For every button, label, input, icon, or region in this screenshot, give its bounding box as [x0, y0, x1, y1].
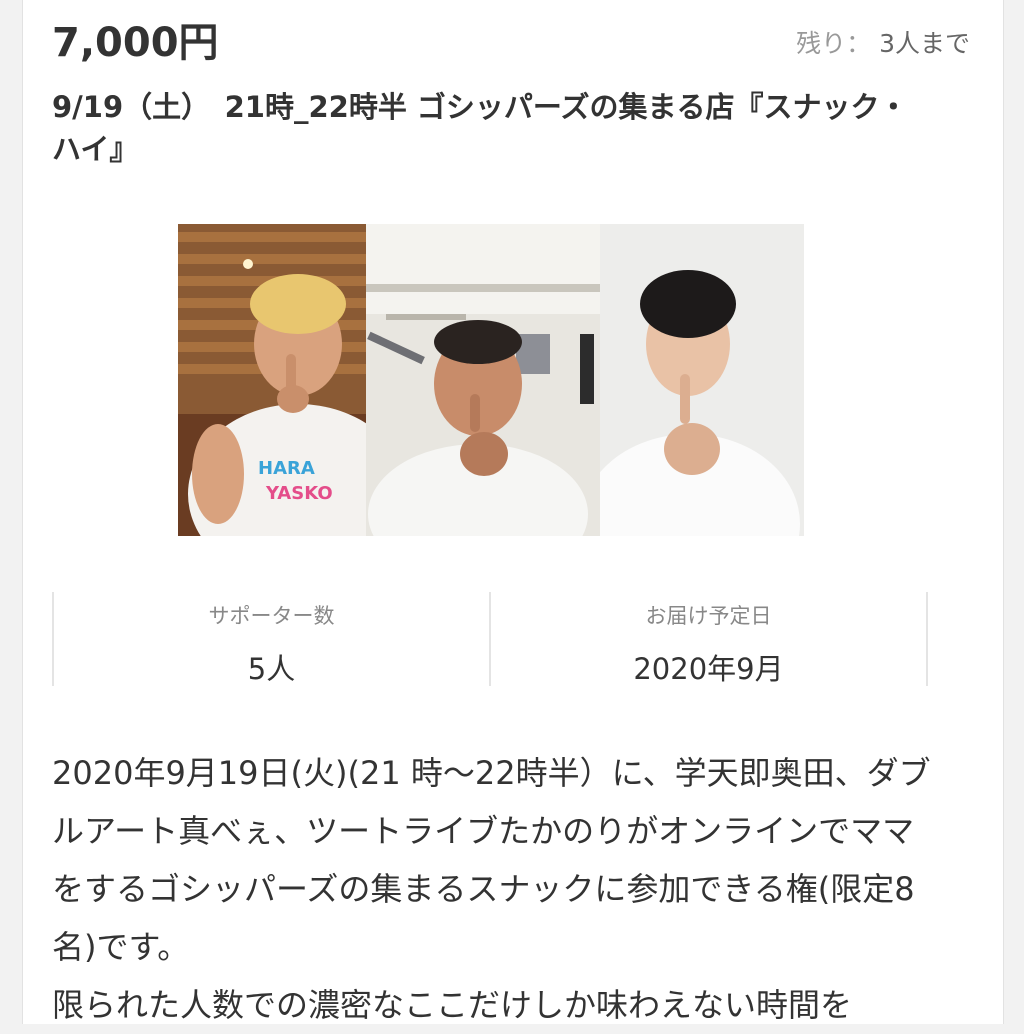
- description-paragraph: 限られた人数での濃密なここだけしか味わえない時間を: [52, 986, 853, 1024]
- supporters-stat: サポーター数 5人: [52, 592, 489, 686]
- description-paragraph: 2020年9月19日(火)(21 時〜22時半）に、学天即奥田、ダブルアート真べ…: [52, 754, 931, 966]
- reward-price: 7,000円: [52, 20, 219, 66]
- photo-person-dark-hair: [366, 224, 600, 536]
- supporters-label: サポーター数: [208, 604, 335, 628]
- supporters-value: 5人: [247, 652, 296, 686]
- delivery-value: 2020年9月: [633, 652, 784, 686]
- remaining-count: 残り： 3人まで: [796, 24, 970, 60]
- remaining-label: 残り：: [796, 29, 872, 58]
- photo-person-blonde: HARA YASKO: [178, 224, 366, 536]
- delivery-label: お届け予定日: [645, 604, 772, 628]
- reward-stats: サポーター数 5人 お届け予定日 2020年9月: [52, 592, 928, 686]
- reward-description: 2020年9月19日(火)(21 時〜22時半）に、学天即奥田、ダブルアート真べ…: [52, 744, 932, 1034]
- photo-person-white-shirt: [600, 224, 804, 536]
- reward-image: HARA YASKO: [178, 224, 804, 536]
- svg-text:HARA: HARA: [258, 458, 315, 479]
- delivery-stat: お届け予定日 2020年9月: [489, 592, 928, 686]
- reward-title: 9/19（土） 21時_22時半 ゴシッパーズの集まる店『スナック・ハイ』: [52, 90, 908, 166]
- svg-text:YASKO: YASKO: [265, 483, 333, 504]
- remaining-value: 3人まで: [879, 29, 970, 58]
